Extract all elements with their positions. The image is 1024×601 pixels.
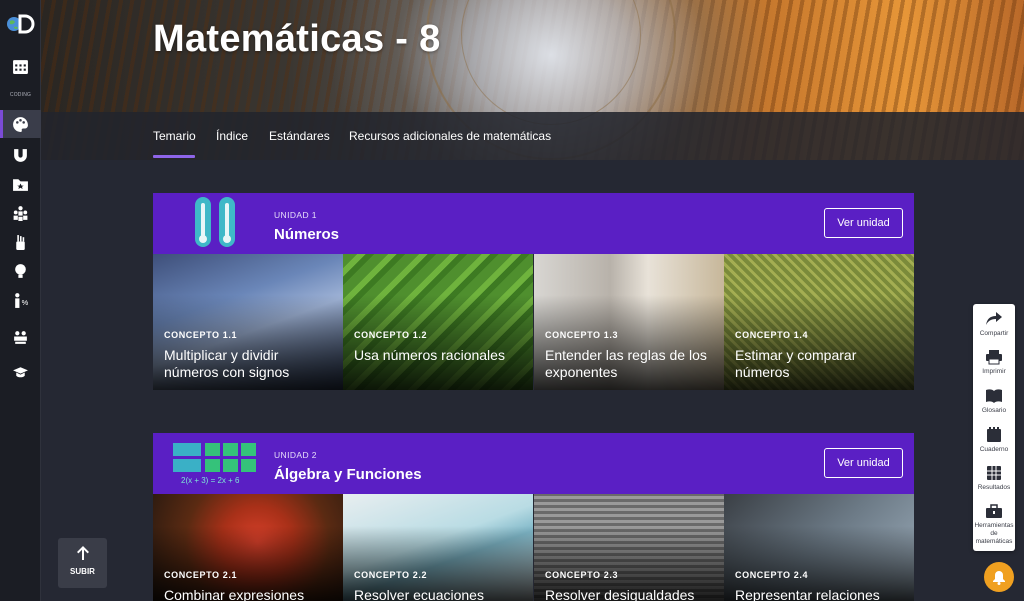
- tab-estandares[interactable]: Estándares: [269, 129, 330, 143]
- results-tool[interactable]: Resultados: [973, 465, 1015, 492]
- notebook-tool[interactable]: Cuaderno: [973, 427, 1015, 454]
- discovery-logo[interactable]: [3, 12, 35, 36]
- concept-title: Estimar y comparar números: [735, 347, 857, 380]
- starred-folder-icon[interactable]: [0, 170, 41, 198]
- equation-label: 2(x + 3) = 2x + 6: [181, 476, 240, 485]
- tab-temario[interactable]: Temario: [153, 129, 196, 143]
- unit-title: Álgebra y Funciones: [274, 466, 422, 483]
- share-icon: [986, 312, 1002, 325]
- algebra-tiles-icon: 2(x + 3) = 2x + 6: [171, 441, 261, 487]
- notification-bell-button[interactable]: [984, 562, 1014, 592]
- unit-number: UNIDAD 1: [274, 210, 317, 220]
- classroom-icon[interactable]: [0, 323, 41, 351]
- concept-title: Usa números racionales: [354, 347, 505, 363]
- page-title: Matemáticas - 8: [153, 18, 441, 60]
- results-grid-icon: [987, 466, 1001, 480]
- notebook-icon: [987, 427, 1001, 442]
- tool-label: Glosario: [981, 407, 1007, 414]
- concept-title: Representar relaciones: [735, 587, 880, 601]
- toolbox-icon: [986, 504, 1002, 518]
- concept-number: CONCEPTO 2.4: [735, 570, 809, 580]
- concept-card[interactable]: CONCEPTO 1.1 Multiplicar y dividir númer…: [153, 254, 343, 390]
- concept-title: Resolver desigualdades: [545, 587, 695, 601]
- sidebar-caption: CODING: [9, 92, 32, 98]
- palette-icon[interactable]: [0, 110, 41, 138]
- calendar-icon[interactable]: [0, 52, 41, 80]
- print-icon: [986, 350, 1002, 365]
- concept-number: CONCEPTO 1.2: [354, 330, 428, 340]
- tools-panel: Compartir Imprimir Glosario Cuaderno Res…: [973, 304, 1015, 551]
- tool-label: Imprimir: [982, 368, 1006, 375]
- tool-label: Resultados: [977, 484, 1011, 491]
- tab-indice[interactable]: Índice: [216, 129, 248, 143]
- concept-card[interactable]: CONCEPTO 2.1 Combinar expresiones: [153, 494, 343, 601]
- concept-card[interactable]: CONCEPTO 2.4 Representar relaciones: [724, 494, 914, 601]
- thermometer-icon: [193, 195, 241, 256]
- unit-header: UNIDAD 1 Números Ver unidad: [153, 193, 914, 254]
- concept-card[interactable]: CONCEPTO 2.2 Resolver ecuaciones: [343, 494, 533, 601]
- concept-list: CONCEPTO 1.1 Multiplicar y dividir númer…: [153, 254, 914, 390]
- concept-number: CONCEPTO 1.3: [545, 330, 619, 340]
- arrow-up-icon: [77, 546, 89, 560]
- concept-list: CONCEPTO 2.1 Combinar expresiones CONCEP…: [153, 494, 914, 601]
- concept-card[interactable]: CONCEPTO 1.4 Estimar y comparar números: [724, 254, 914, 390]
- unit-number: UNIDAD 2: [274, 450, 317, 460]
- unit-card: UNIDAD 1 Números Ver unidad CONCEPTO 1.1…: [153, 193, 914, 390]
- course-tabs: Temario Índice Estándares Recursos adici…: [41, 112, 1024, 160]
- lightbulb-icon[interactable]: [0, 257, 41, 285]
- concept-number: CONCEPTO 2.1: [164, 570, 238, 580]
- unit-card: 2(x + 3) = 2x + 6 UNIDAD 2 Álgebra y Fun…: [153, 433, 914, 601]
- math-tools-tool[interactable]: Herramientas de matemáticas: [973, 503, 1015, 546]
- share-tool[interactable]: Compartir: [973, 311, 1015, 338]
- view-unit-button[interactable]: Ver unidad: [824, 448, 903, 478]
- graduation-cap-icon[interactable]: [0, 358, 41, 386]
- concept-number: CONCEPTO 1.1: [164, 330, 238, 340]
- scroll-top-button[interactable]: SUBIR: [58, 538, 107, 588]
- concept-title: Combinar expresiones: [164, 587, 305, 601]
- concept-card[interactable]: CONCEPTO 1.3 Entender las reglas de los …: [534, 254, 724, 390]
- tool-label: Cuaderno: [979, 446, 1009, 453]
- hand-raise-icon[interactable]: [0, 228, 41, 256]
- concept-number: CONCEPTO 2.2: [354, 570, 428, 580]
- group-icon[interactable]: [0, 199, 41, 227]
- concept-title: Entender las reglas de los exponentes: [545, 347, 707, 380]
- scroll-top-label: SUBIR: [70, 567, 95, 576]
- unit-header: 2(x + 3) = 2x + 6 UNIDAD 2 Álgebra y Fun…: [153, 433, 914, 494]
- tool-label: Herramientas de matemáticas: [974, 522, 1014, 545]
- concept-number: CONCEPTO 2.3: [545, 570, 619, 580]
- left-sidebar: CODING %: [0, 0, 41, 601]
- concept-title: Multiplicar y dividir números con signos: [164, 347, 290, 380]
- concept-number: CONCEPTO 1.4: [735, 330, 809, 340]
- tool-label: Compartir: [979, 330, 1009, 337]
- concept-card[interactable]: CONCEPTO 1.2 Usa números racionales: [343, 254, 533, 390]
- tab-recursos[interactable]: Recursos adicionales de matemáticas: [349, 129, 551, 143]
- glossary-tool[interactable]: Glosario: [973, 388, 1015, 415]
- svg-text:%: %: [22, 297, 29, 306]
- concept-card[interactable]: CONCEPTO 2.3 Resolver desigualdades: [534, 494, 724, 601]
- active-tab-indicator: [153, 155, 195, 158]
- book-icon: [986, 389, 1002, 403]
- print-tool[interactable]: Imprimir: [973, 349, 1015, 376]
- unit-title: Números: [274, 226, 340, 243]
- view-unit-button[interactable]: Ver unidad: [824, 208, 903, 238]
- bell-icon: [993, 570, 1005, 585]
- percent-person-icon[interactable]: %: [0, 286, 41, 314]
- concept-title: Resolver ecuaciones: [354, 587, 484, 601]
- magnet-icon[interactable]: [0, 141, 41, 169]
